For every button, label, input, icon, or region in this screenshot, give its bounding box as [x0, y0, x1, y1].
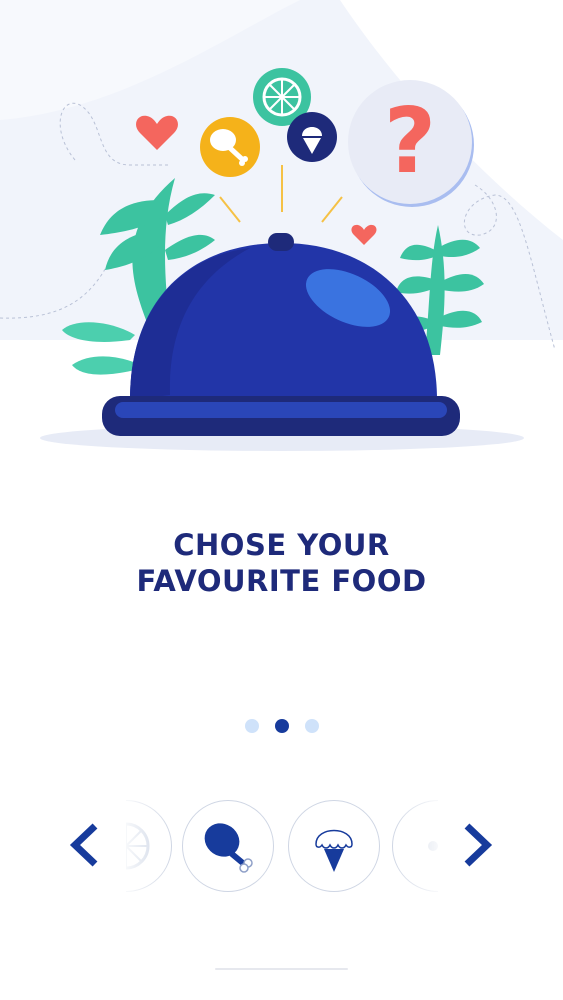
previous-button[interactable]	[62, 817, 106, 873]
carousel-item-icecream[interactable]	[288, 800, 380, 892]
chevron-right-icon	[464, 823, 493, 867]
food-cloche-illustration	[0, 68, 556, 451]
next-button[interactable]	[456, 817, 500, 873]
ice-cream-icon	[315, 829, 353, 872]
carousel-item-chicken[interactable]	[182, 800, 274, 892]
page-dot-2-active[interactable]	[274, 719, 289, 733]
chicken-leg-icon	[204, 823, 253, 873]
page-dot-3[interactable]	[304, 719, 319, 733]
bubble-icecream	[287, 112, 337, 162]
home-indicator[interactable]	[215, 968, 348, 970]
food-category-carousel	[0, 795, 563, 905]
onboarding-title: CHOSE YOUR FAVOURITE FOOD	[0, 527, 563, 599]
carousel-fade-right	[392, 795, 438, 899]
question-mark: ?	[383, 89, 437, 194]
title-line-1: CHOSE YOUR	[173, 528, 390, 562]
bubble-chicken	[200, 117, 260, 177]
page-indicator	[0, 719, 563, 733]
carousel-fade-left	[126, 795, 172, 899]
title-line-2: FAVOURITE FOOD	[136, 564, 427, 598]
chevron-left-icon	[69, 823, 98, 867]
page-dot-1[interactable]	[244, 719, 259, 733]
